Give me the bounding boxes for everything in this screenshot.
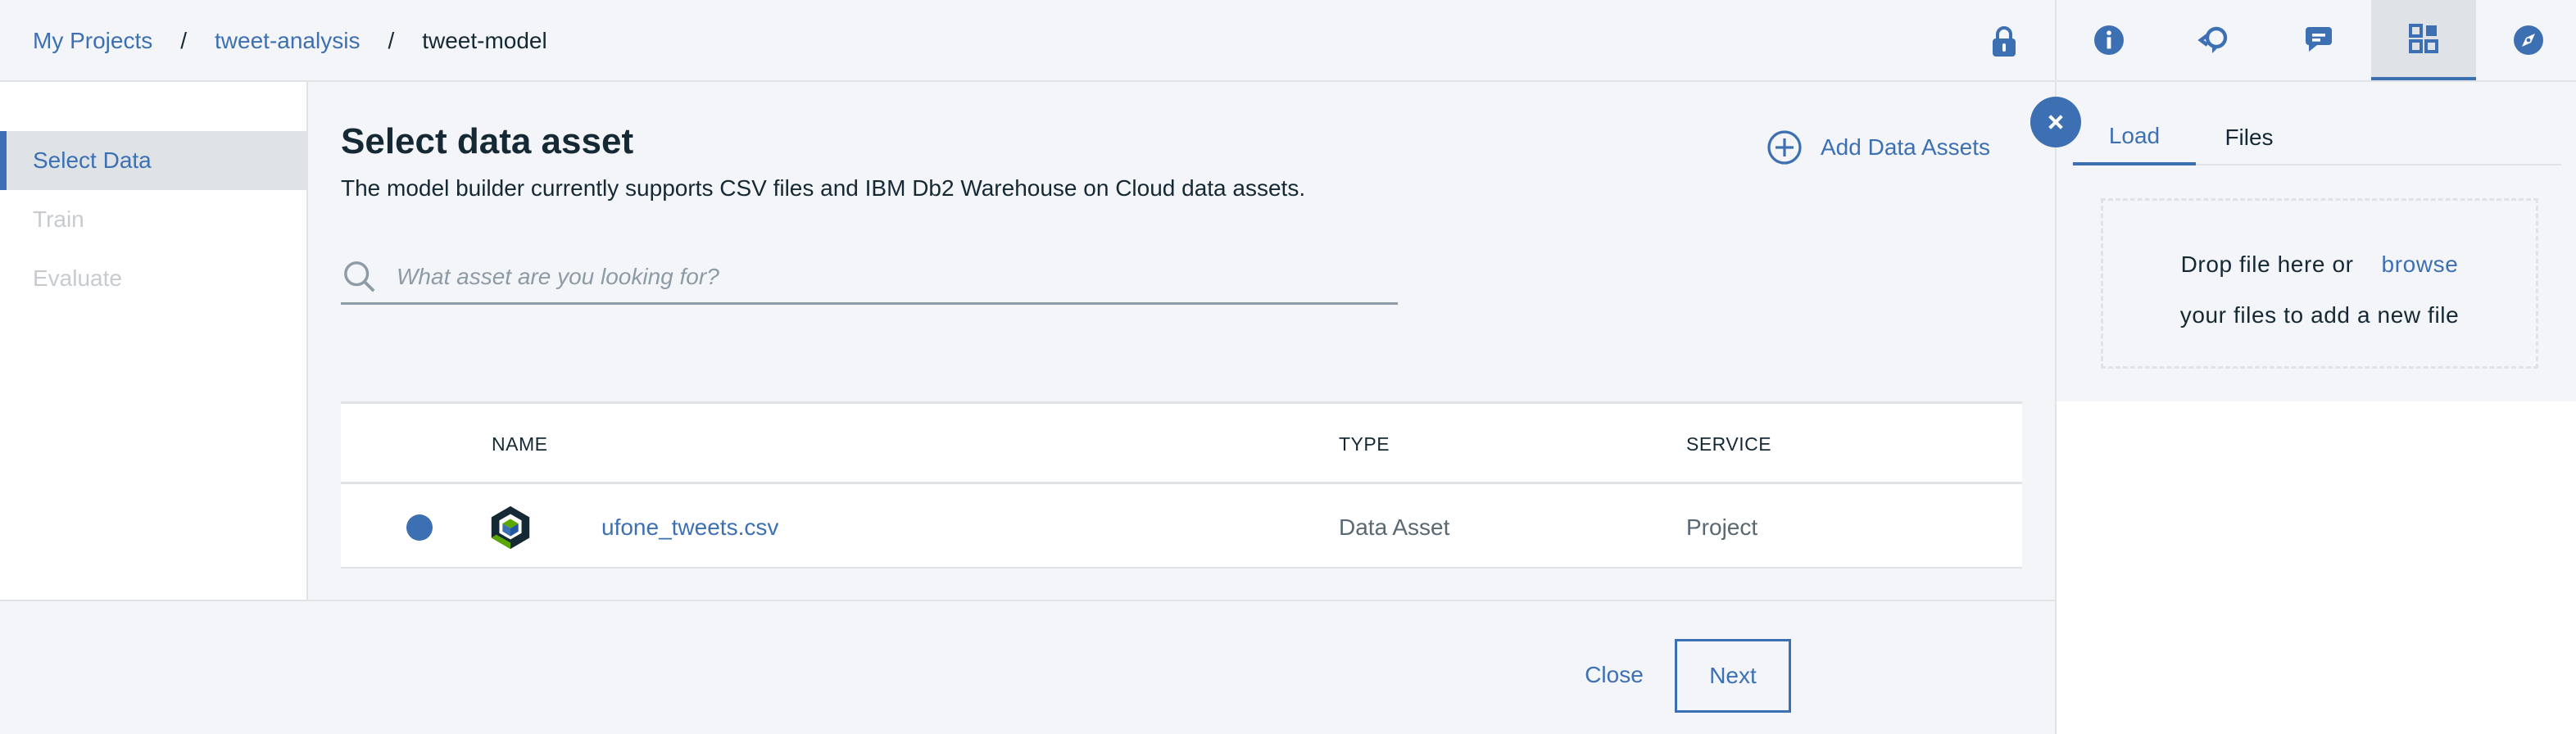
add-data-assets-label: Add Data Assets xyxy=(1821,134,1991,160)
breadcrumb-separator: / xyxy=(388,28,395,53)
column-header-type[interactable]: TYPE xyxy=(1339,404,1390,484)
add-data-assets-button[interactable]: Add Data Assets xyxy=(1766,128,1990,167)
breadcrumb-tweet-analysis[interactable]: tweet-analysis xyxy=(215,28,360,54)
data-assets-icon xyxy=(2409,24,2438,53)
search-icon xyxy=(344,261,375,292)
nav-evaluate[interactable]: Evaluate xyxy=(0,249,306,308)
panel-load-section: Load Files Drop file here or browse your … xyxy=(2057,82,2576,401)
breadcrumb: My Projects / tweet-analysis / tweet-mod… xyxy=(33,0,547,82)
breadcrumb-my-projects[interactable]: My Projects xyxy=(33,28,152,54)
close-panel-button[interactable] xyxy=(2030,97,2081,147)
header: My Projects / tweet-analysis / tweet-mod… xyxy=(0,0,2055,82)
table-header: NAME TYPE SERVICE xyxy=(341,404,2022,484)
tab-files[interactable]: Files xyxy=(2196,110,2302,165)
search-input[interactable] xyxy=(397,251,1380,301)
feedback-icon xyxy=(2197,26,2228,53)
data-asset-icon xyxy=(491,505,530,550)
asset-service: Project xyxy=(1686,514,1758,540)
asset-name[interactable]: ufone_tweets.csv xyxy=(601,514,778,541)
explore-button[interactable] xyxy=(2476,0,2576,80)
asset-type: Data Asset xyxy=(1339,514,1450,540)
tab-load[interactable]: Load xyxy=(2073,110,2196,165)
file-dropzone[interactable]: Drop file here or browse your files to ad… xyxy=(2101,198,2538,369)
add-circle-icon xyxy=(1767,130,1802,165)
step-nav: Select Data Train Evaluate xyxy=(0,82,308,601)
close-icon xyxy=(2048,115,2063,129)
feedback-button[interactable] xyxy=(2161,0,2266,80)
chat-icon xyxy=(2306,27,2332,52)
close-button[interactable]: Close xyxy=(1557,637,1671,713)
panel-tabs: Load Files xyxy=(2073,110,2561,165)
browse-link[interactable]: browse xyxy=(2382,251,2459,277)
asset-name-link[interactable]: ufone_tweets.csv xyxy=(601,487,778,569)
column-header-service[interactable]: SERVICE xyxy=(1686,404,1771,484)
column-header-name[interactable]: NAME xyxy=(492,404,547,484)
dropzone-line-1: Drop file here or browse xyxy=(2103,251,2536,278)
compass-icon xyxy=(2514,25,2543,55)
page-title: Select data asset xyxy=(341,121,634,161)
data-asset-table: NAME TYPE SERVICE ufone_tweets.csv Data … xyxy=(341,401,2022,569)
lock-icon[interactable] xyxy=(1989,25,2019,58)
dropzone-prefix: Drop file here or xyxy=(2180,251,2354,277)
data-assets-panel: Load Files Drop file here or browse your … xyxy=(2055,82,2576,734)
breadcrumb-current: tweet-model xyxy=(422,28,547,53)
data-assets-button[interactable] xyxy=(2371,0,2476,80)
search-bar xyxy=(341,251,1398,305)
row-select-radio[interactable] xyxy=(406,514,433,541)
main-content: Select data asset The model builder curr… xyxy=(308,82,2055,601)
next-button[interactable]: Next xyxy=(1675,639,1791,713)
nav-train[interactable]: Train xyxy=(0,190,306,249)
page-description: The model builder currently supports CSV… xyxy=(341,175,1306,201)
right-toolbar xyxy=(2055,0,2576,82)
table-row[interactable]: ufone_tweets.csv Data Asset Project xyxy=(341,487,2022,569)
nav-select-data[interactable]: Select Data xyxy=(0,131,306,190)
chat-button[interactable] xyxy=(2266,0,2371,80)
dropzone-suffix: your files to add a new file xyxy=(2179,302,2460,328)
breadcrumb-separator: / xyxy=(180,28,188,53)
footer: Close Next xyxy=(0,601,2055,734)
info-icon xyxy=(2094,25,2124,55)
info-button[interactable] xyxy=(2057,0,2161,80)
